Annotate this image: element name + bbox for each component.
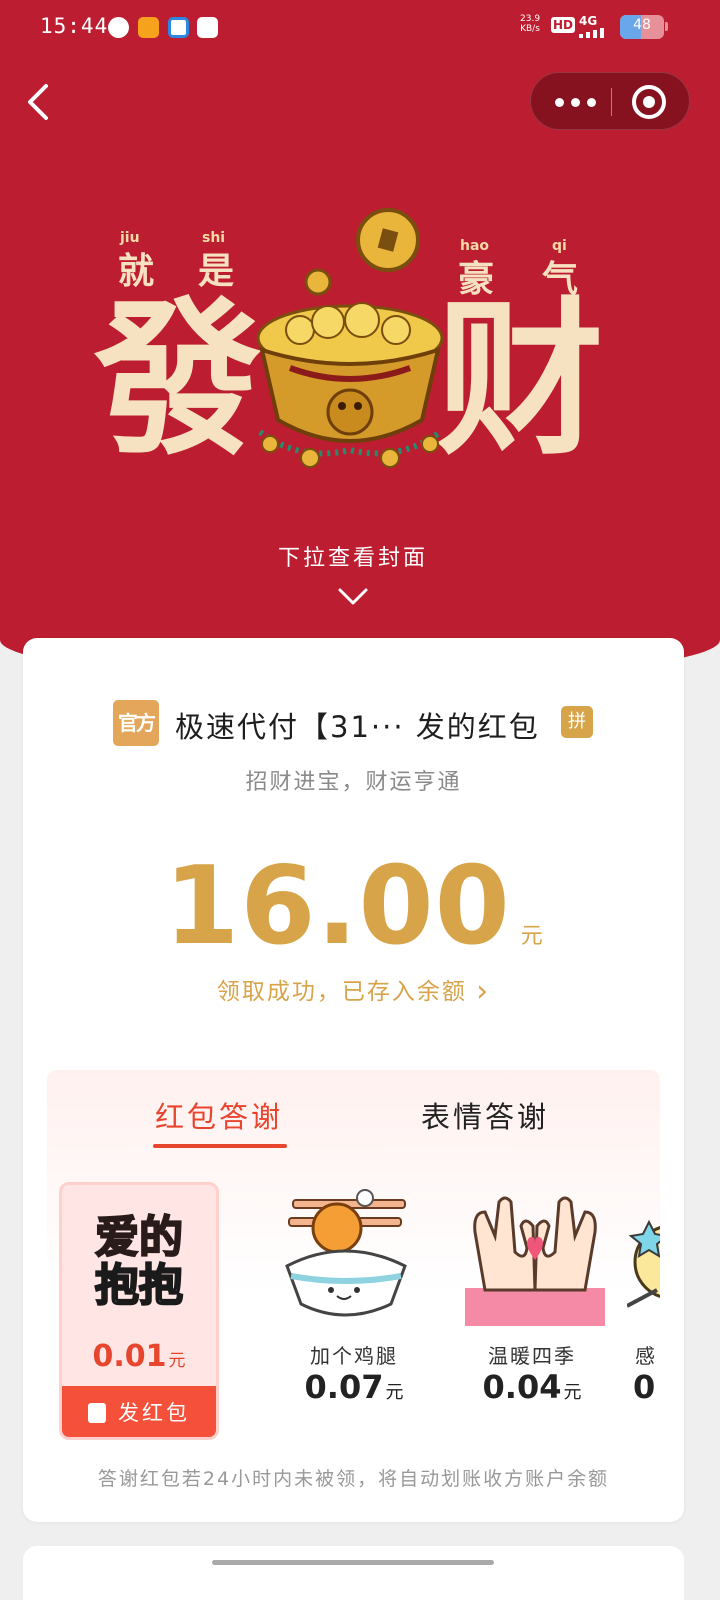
battery-level: 48 xyxy=(633,17,651,33)
pin-badge: 拼 xyxy=(561,706,593,738)
active-tab-indicator xyxy=(153,1144,287,1148)
thanks-item-drumstick[interactable]: 加个鸡腿 0.07 元 xyxy=(269,1182,439,1440)
warm-seasons-price: 0.04 元 xyxy=(482,1368,582,1406)
drumstick-price: 0.07 元 xyxy=(304,1368,404,1406)
heart-hands-icon xyxy=(465,1196,605,1326)
star-sticker-icon xyxy=(627,1219,660,1308)
amount-unit: 元 xyxy=(520,924,543,949)
next-card xyxy=(23,1546,684,1600)
browser-app-icon xyxy=(168,17,189,38)
chevron-down-icon[interactable] xyxy=(336,586,370,608)
thanks-panel: 红包答谢 表情答谢 爱的 抱抱 0.01 元 发红包 加个鸡腿 0.07 元 温… xyxy=(47,1070,660,1442)
hug-sticker-line2: 抱抱 xyxy=(94,1260,184,1312)
red-packet-header: 15:44 23.9 KB/s HD 4G 48 jiu shi hao qi … xyxy=(0,0,720,680)
signal-icon xyxy=(579,28,609,38)
net-speed: 23.9 KB/s xyxy=(520,14,541,34)
packet-cover-art: jiu shi hao qi 就 是 豪 气 發 财 xyxy=(90,200,610,500)
partial-item-name: 感 xyxy=(635,1344,657,1368)
status-time: 15:44 xyxy=(40,14,109,38)
back-button[interactable] xyxy=(20,78,60,126)
thanks-item-partial[interactable]: 感 0 xyxy=(627,1182,660,1440)
chevron-left-icon xyxy=(28,84,48,120)
red-packet-icon xyxy=(88,1403,106,1423)
target-close-icon xyxy=(632,85,666,119)
pull-to-view-cover[interactable]: 下拉查看封面 xyxy=(0,540,706,572)
treasure-bowl-icon xyxy=(256,208,444,468)
send-red-packet-button[interactable]: 发红包 xyxy=(62,1386,216,1437)
battery-tip xyxy=(665,22,668,31)
red-packet-detail-card: 官方 极速代付【31··· 发的红包 拼 招财进宝，财运亨通 16.00 元 领取… xyxy=(23,638,684,1522)
blessing-text: 招财进宝，财运亨通 xyxy=(245,770,462,795)
sender-name[interactable]: 极速代付【31··· 发的红包 xyxy=(175,704,540,746)
drumstick-name: 加个鸡腿 xyxy=(310,1344,398,1368)
thanks-item-warm-seasons[interactable]: 温暖四季 0.04 元 xyxy=(447,1182,617,1440)
hug-price: 0.01 元 xyxy=(92,1339,186,1374)
close-button[interactable] xyxy=(611,73,691,131)
amount-value: 16.00 xyxy=(164,844,511,969)
chevron-right-icon: › xyxy=(476,974,491,1009)
miniprogram-capsule xyxy=(530,72,690,130)
thanks-items-row: 爱的 抱抱 0.01 元 发红包 加个鸡腿 0.07 元 温暖四季 0.04 元… xyxy=(47,1182,660,1442)
shopping-app-icon xyxy=(138,17,159,38)
status-bar: 15:44 23.9 KB/s HD 4G 48 xyxy=(0,0,720,56)
rice-bowl-drumstick-icon xyxy=(285,1189,407,1317)
official-badge: 官方 xyxy=(113,700,159,746)
amount-display: 16.00 元 xyxy=(23,844,684,969)
claimed-link[interactable]: 领取成功，已存入余额 › xyxy=(23,972,684,1009)
more-button[interactable] xyxy=(531,73,611,131)
tab-red-packet-thanks[interactable]: 红包答谢 xyxy=(129,1094,309,1136)
thanks-item-hug[interactable]: 爱的 抱抱 0.01 元 发红包 xyxy=(59,1182,219,1440)
thanks-footnote: 答谢红包若24小时内未被领，将自动划账收方账户余额 xyxy=(97,1468,610,1490)
home-indicator[interactable] xyxy=(212,1560,494,1565)
battery-icon: 48 xyxy=(620,15,664,39)
network-type: 4G xyxy=(579,14,598,28)
hug-sticker-line1: 爱的 xyxy=(94,1212,184,1264)
sender-row: 官方 极速代付【31··· 发的红包 拼 xyxy=(23,698,684,746)
send-button-label: 发红包 xyxy=(118,1401,190,1425)
chat-app-icon xyxy=(108,17,129,38)
more-dots-icon xyxy=(555,98,564,107)
hd-icon: HD xyxy=(551,17,576,33)
partial-item-price: 0 xyxy=(633,1368,656,1406)
cover-char-fa: 發 xyxy=(94,282,262,478)
claimed-text: 领取成功，已存入余额 xyxy=(216,979,467,1005)
tab-emoji-thanks[interactable]: 表情答谢 xyxy=(395,1094,575,1136)
cover-char-cai: 财 xyxy=(436,282,604,478)
warm-seasons-name: 温暖四季 xyxy=(488,1344,576,1368)
vivo-app-icon xyxy=(197,17,218,38)
